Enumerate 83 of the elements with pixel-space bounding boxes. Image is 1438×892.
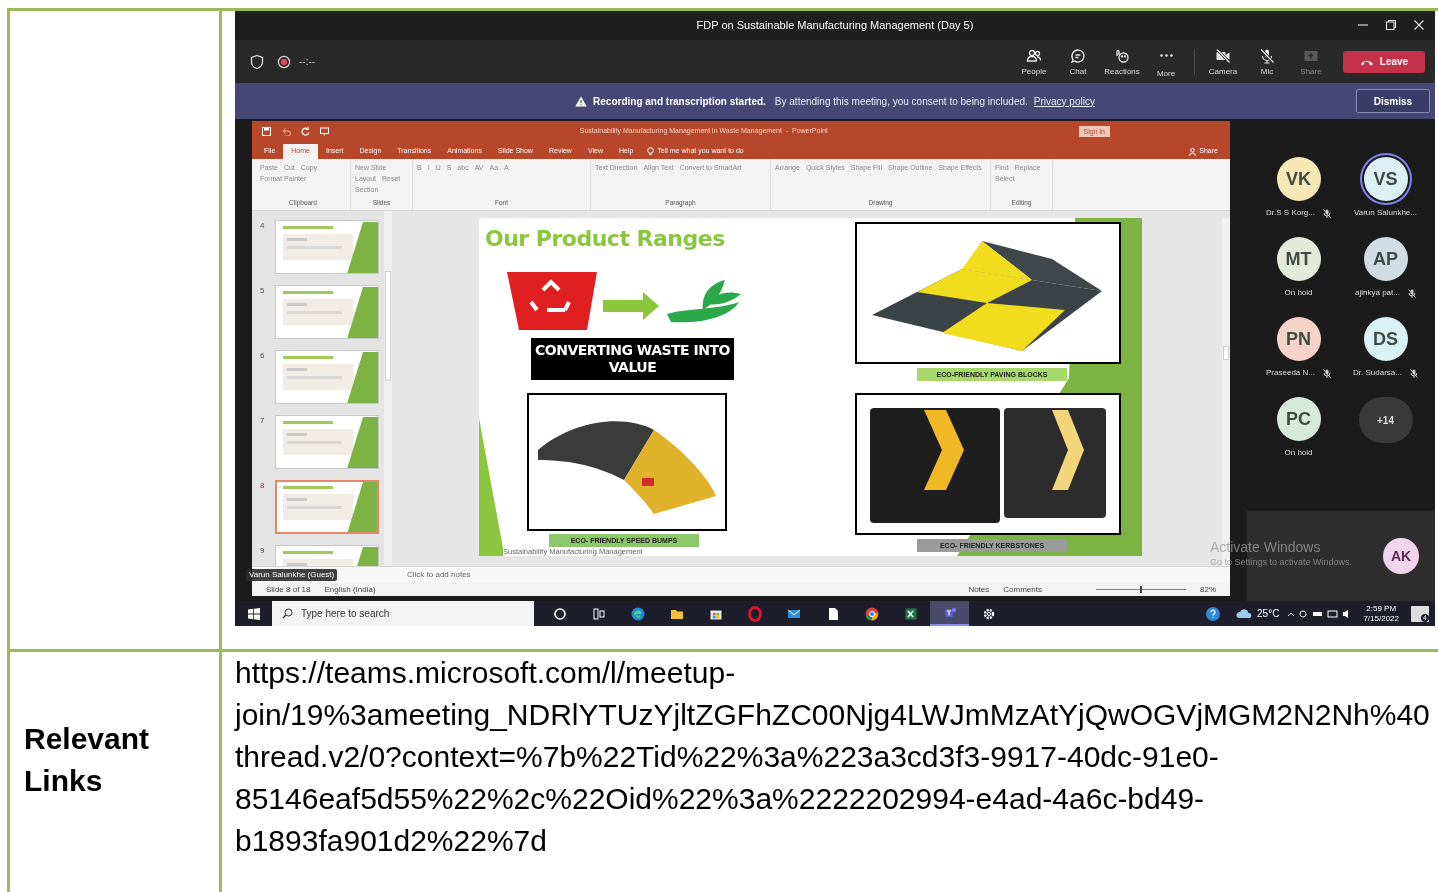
- more-button[interactable]: More: [1144, 43, 1188, 80]
- reactions-icon: [1114, 47, 1130, 64]
- participant-name: On hold: [1284, 447, 1313, 459]
- presentation-icon: [320, 126, 329, 136]
- search-icon: [282, 608, 293, 619]
- scrollbar-thumb[interactable]: [1223, 346, 1229, 360]
- help-icon[interactable]: [1205, 605, 1222, 622]
- camera-button[interactable]: Camera: [1201, 43, 1245, 80]
- participant-name: Dr.S S Korg...: [1266, 207, 1315, 219]
- person-icon: [1189, 147, 1197, 156]
- chrome-icon: [863, 605, 880, 622]
- avatar[interactable]: DS: [1363, 317, 1408, 361]
- redo-icon: [301, 126, 310, 136]
- avatar[interactable]: VS: [1363, 157, 1408, 201]
- scrollbar-thumb[interactable]: [385, 271, 391, 381]
- notes-toggle[interactable]: Notes: [968, 584, 990, 595]
- clock-date: 7/15/2022: [1363, 613, 1399, 624]
- shield-icon: [249, 53, 265, 70]
- clock-time: 2:59 PM: [1366, 603, 1397, 614]
- window-title: FDP on Sustainable Manufacturing Management (Day 5): [696, 18, 974, 34]
- undo-icon: [281, 126, 291, 136]
- leave-button[interactable]: Leave: [1343, 50, 1425, 73]
- participant-name: Praseeda N...: [1266, 367, 1315, 379]
- lightbulb-icon: [647, 147, 655, 156]
- slide-title: Our Product Ranges: [485, 225, 725, 253]
- close-icon[interactable]: [1413, 19, 1425, 31]
- dismiss-button[interactable]: Dismiss: [1356, 89, 1430, 113]
- slide-thumbnail[interactable]: [275, 285, 379, 339]
- banner-title: Recording and transcription started.: [593, 94, 766, 109]
- slide-banner: CONVERTING WASTE INTO VALUE: [531, 338, 734, 380]
- more-icon: [1159, 54, 1173, 57]
- people-button[interactable]: People: [1012, 43, 1056, 80]
- task-view-icon: [590, 605, 607, 622]
- participant-name: Dr. Sudarsa...: [1353, 367, 1402, 379]
- participant-name: Varun Salunkhe...: [1354, 207, 1417, 219]
- chat-button[interactable]: Chat: [1056, 43, 1100, 80]
- call-timer: --:--: [299, 55, 316, 69]
- banner-text: By attending this meeting, you consent to being included.: [774, 94, 1028, 109]
- zoom-level: 82%: [1200, 584, 1216, 595]
- avatar[interactable]: PN: [1276, 317, 1321, 361]
- chat-icon: [1070, 47, 1086, 64]
- cortana-icon: [551, 605, 568, 622]
- people-icon: [1026, 47, 1042, 64]
- row-label: Relevant Links: [24, 721, 151, 799]
- slide-thumbnail[interactable]: [275, 480, 379, 534]
- restore-icon[interactable]: [1385, 19, 1397, 31]
- slide-number: 8: [260, 480, 266, 492]
- slide-counter: Slide 8 of 18: [266, 584, 311, 595]
- weather-icon: [1235, 607, 1254, 620]
- slide-number: 7: [260, 415, 266, 427]
- temperature: 25°C: [1257, 607, 1280, 621]
- comments-toggle[interactable]: Comments: [1003, 584, 1042, 595]
- participant-name: ajinkya pat...: [1355, 287, 1400, 299]
- language-label: English (India): [324, 584, 376, 595]
- notes-field[interactable]: Click to add notes: [407, 569, 471, 581]
- slide-thumbnail[interactable]: [275, 350, 379, 404]
- avatar[interactable]: PC: [1276, 397, 1321, 441]
- more-participants-button[interactable]: +14: [1358, 397, 1413, 443]
- avatar[interactable]: MT: [1276, 237, 1321, 281]
- mic-icon: [1259, 47, 1275, 64]
- record-icon: [277, 54, 291, 69]
- avatar[interactable]: VK: [1276, 157, 1321, 201]
- edge-icon: [629, 605, 646, 622]
- participant-name: On hold: [1284, 287, 1313, 299]
- avatar[interactable]: AP: [1363, 237, 1408, 281]
- taskbar-search-field[interactable]: Type here to search: [272, 601, 534, 626]
- save-icon: [262, 126, 271, 136]
- privacy-policy-link[interactable]: Privacy policy: [1033, 93, 1095, 109]
- slide-number: 4: [260, 220, 266, 232]
- slide-thumbnail[interactable]: [275, 415, 379, 469]
- meeting-link[interactable]: https://teams.microsoft.com/l/meetup-join/19%3ameeting_NDRlYTUzYjltZGFhZC00Njg4LWJmMzAtYjQwOGVjMGM2N2Nh%40thread.v2/0?context=%7b%22Tid%22%3a%223a3cd3f3-9917-40dc-91e0-85146eaf5d55%22%2c%22Oid%22%3a%2222202994-e4ad-4a6c-bd49-b1893fa901d2%22%7d: [235, 652, 1435, 862]
- slide-number: 5: [260, 285, 266, 297]
- slide-thumbnail[interactable]: [275, 220, 379, 274]
- mic-button[interactable]: Mic: [1245, 43, 1289, 80]
- presenter-name-tag: Varun Salunkhe (Guest): [246, 569, 338, 581]
- warning-icon: [575, 95, 588, 107]
- slide-number: 6: [260, 350, 266, 362]
- opera-icon: [746, 605, 763, 622]
- camera-icon: [1215, 47, 1231, 64]
- slide-number: 9: [260, 545, 266, 557]
- avatar[interactable]: AK: [1383, 538, 1419, 574]
- windows-icon: [247, 607, 260, 620]
- reactions-button[interactable]: Reactions: [1100, 43, 1144, 80]
